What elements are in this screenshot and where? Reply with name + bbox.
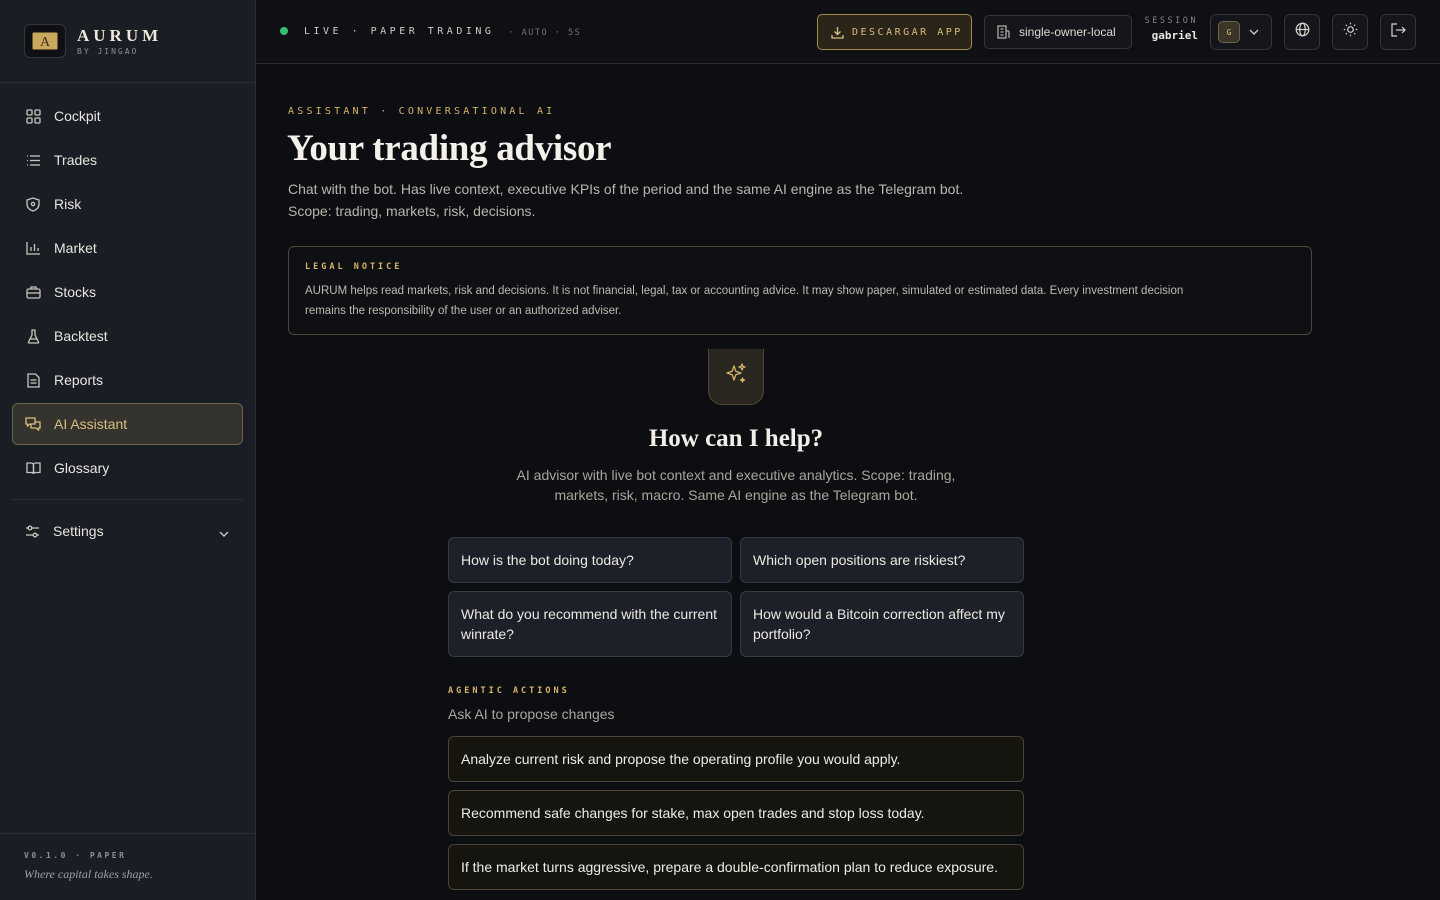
help-title: How can I help? [648,425,824,452]
agentic-action-button[interactable]: Analyze current risk and propose the ope… [448,736,1024,782]
grid-icon [25,108,41,124]
suggestion-label: What do you recommend with the current w… [461,606,718,642]
brand-logo: A [24,24,66,58]
sidebar-item-label: Trades [54,152,98,168]
sidebar-item-label: Stocks [54,284,97,300]
tagline: Where capital takes shape. [24,867,153,881]
page-eyebrow: ASSISTANT · CONVERSATIONAL AI [288,106,556,117]
auto-refresh-text: · AUTO · 5S [508,28,582,38]
topbar: LIVE · PAPER TRADING · AUTO · 5S DESCARG… [256,0,1440,64]
legal-notice: LEGAL NOTICE AURUM helps read markets, r… [288,246,1312,335]
tenant-label: single-owner-local [1019,25,1116,39]
suggestion-label: How would a Bitcoin correction affect my… [753,606,1005,642]
agentic-action-button[interactable]: Recommend safe changes for stake, max op… [448,790,1024,836]
legal-notice-text: AURUM helps read markets, risk and decis… [305,285,1184,317]
sidebar-item-settings[interactable]: Settings [12,510,243,552]
suggestion-label: How is the bot doing today? [461,552,634,568]
agentic-action-label: If the market turns aggressive, prepare … [461,859,998,875]
suggestion-button[interactable]: How would a Bitcoin correction affect my… [740,591,1024,657]
logout-button[interactable] [1380,14,1416,50]
chevron-down-icon [1249,29,1259,35]
session-user: gabriel [1151,29,1198,42]
sidebar-item-reports[interactable]: Reports [12,359,243,401]
sidebar-divider [12,499,243,500]
shield-icon [25,196,41,212]
download-app-label: DESCARGAR APP [852,26,963,38]
theme-toggle-button[interactable] [1332,14,1368,50]
sidebar-item-label: Glossary [54,460,110,476]
session-info: SESSION gabriel [1144,16,1198,42]
sidebar-item-ai-assistant[interactable]: AI Assistant [12,403,243,445]
suggestion-label: Which open positions are riskiest? [753,552,966,568]
sparkles-badge [708,349,764,405]
help-description: AI advisor with live bot context and exe… [516,467,956,503]
sidebar-item-label: Reports [54,372,104,388]
document-icon [25,372,41,388]
sidebar-item-label: Cockpit [54,108,101,124]
sun-icon [1343,22,1358,42]
page-description: Chat with the bot. Has live context, exe… [288,181,964,219]
sidebar-item-glossary[interactable]: Glossary [12,447,243,489]
chevron-down-icon [219,524,229,540]
sidebar: A AURUM BY JINGAO Cockpit Trades Risk Ma… [0,0,256,900]
suggestion-button[interactable]: What do you recommend with the current w… [448,591,732,657]
chat-icon [25,416,41,432]
sidebar-item-label: Risk [54,196,82,212]
agentic-action-label: Recommend safe changes for stake, max op… [461,805,925,821]
main-content: ASSISTANT · CONVERSATIONAL AI Your tradi… [256,65,1440,900]
version-label: V0.1.0 · PAPER [24,851,127,860]
session-label: SESSION [1144,16,1198,26]
agentic-action-label: Analyze current risk and propose the ope… [461,751,901,767]
live-status: LIVE · PAPER TRADING · AUTO · 5S [280,24,581,38]
brand-sub: BY JINGAO [77,46,139,56]
sidebar-nav: Cockpit Trades Risk Market Stocks Backte… [0,83,255,489]
suggestion-button[interactable]: How is the bot doing today? [448,537,732,583]
list-icon [25,152,41,168]
legal-notice-title: LEGAL NOTICE [305,262,403,272]
tenant-selector[interactable]: single-owner-local [984,15,1132,49]
sparkles-icon [724,362,748,391]
sidebar-item-label: Backtest [54,328,108,344]
sliders-icon [24,523,40,539]
brand-logo-letter: A [40,35,51,50]
sidebar-item-label: Market [54,240,97,256]
sidebar-item-backtest[interactable]: Backtest [12,315,243,357]
globe-icon [1295,22,1310,42]
book-icon [25,460,41,476]
sidebar-item-risk[interactable]: Risk [12,183,243,225]
agentic-action-button[interactable]: If the market turns aggressive, prepare … [448,844,1024,890]
avatar: G [1218,21,1240,43]
sidebar-item-trades[interactable]: Trades [12,139,243,181]
sidebar-item-market[interactable]: Market [12,227,243,269]
user-menu-button[interactable]: G [1210,14,1272,50]
download-icon [831,26,844,39]
sidebar-item-label: Settings [53,523,104,539]
brand[interactable]: A AURUM BY JINGAO [0,0,255,83]
agentic-actions-subtitle: Ask AI to propose changes [448,706,615,722]
brand-name: AURUM [77,25,163,45]
sidebar-item-cockpit[interactable]: Cockpit [12,95,243,137]
sidebar-footer: V0.1.0 · PAPER Where capital takes shape… [0,833,255,900]
sidebar-item-stocks[interactable]: Stocks [12,271,243,313]
suggestion-button[interactable]: Which open positions are riskiest? [740,537,1024,583]
flask-icon [25,328,41,344]
sidebar-item-label: AI Assistant [54,416,128,432]
logout-icon [1390,22,1406,42]
language-button[interactable] [1284,14,1320,50]
live-indicator-icon [280,27,288,35]
building-icon [997,25,1010,39]
page-title: Your trading advisor [287,128,612,169]
download-app-button[interactable]: DESCARGAR APP [817,14,972,50]
live-status-text: LIVE · PAPER TRADING [304,25,495,37]
briefcase-icon [25,284,41,300]
bar-chart-icon [25,240,41,256]
agentic-actions-label: AGENTIC ACTIONS [448,686,570,696]
